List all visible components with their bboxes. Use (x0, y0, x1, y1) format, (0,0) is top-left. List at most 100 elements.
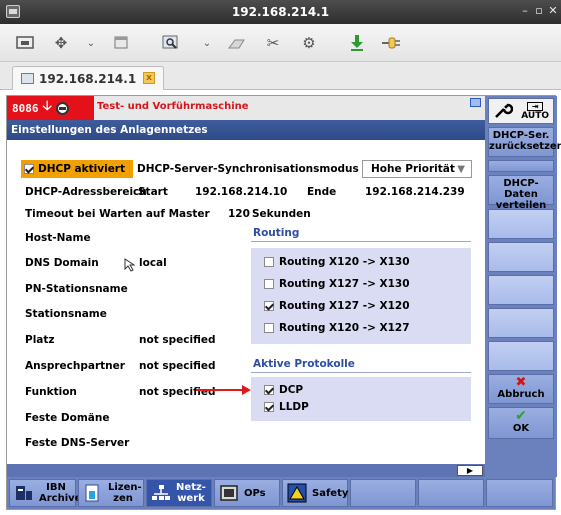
routing-x120-x127-checkbox[interactable]: Routing X120 -> X127 (264, 322, 410, 334)
checkbox-checked-icon (264, 301, 274, 311)
alarm-code: 8086 (12, 101, 39, 115)
maximize-icon[interactable]: ▫ (532, 4, 546, 18)
close-icon[interactable]: ✕ (546, 4, 560, 18)
alarm-line: 8086 🡣 Test- und Vorführmaschine (7, 96, 485, 120)
place-value[interactable]: not specified (139, 334, 216, 346)
auto-label: AUTO (521, 110, 549, 121)
lldp-checkbox[interactable]: LLDP (264, 401, 309, 413)
operator-panel-icon (220, 485, 238, 501)
dns-domain-value[interactable]: local (139, 257, 167, 269)
eraser-icon[interactable] (226, 32, 248, 54)
start-address[interactable]: 192.168.214.10 (195, 186, 287, 198)
dhcp-enabled-checkbox[interactable]: DHCP aktiviert (21, 160, 133, 178)
acknowledge-icon[interactable] (55, 101, 69, 115)
settings-gears-icon[interactable]: ⚙ (298, 32, 320, 54)
fixed-dns-label: Feste DNS-Server (25, 437, 130, 449)
start-label: Start (138, 186, 168, 198)
enter-arrow-icon: ⇥ (527, 101, 544, 111)
softkey-blank[interactable] (488, 209, 554, 239)
contact-value[interactable]: not specified (139, 360, 216, 372)
tab-close-icon[interactable]: x (143, 72, 155, 84)
function-label: Funktion (25, 386, 77, 398)
channel-mode-key[interactable]: ⇥ AUTO (488, 98, 554, 124)
checkbox-checked-icon (264, 402, 274, 412)
network-button[interactable]: Netz- werk (146, 479, 212, 507)
page-title: Einstellungen des Anlagennetzes (7, 120, 485, 140)
cancel-label: Abbruch (497, 389, 545, 400)
archive-icon (16, 486, 32, 500)
host-name-label: Host-Name (25, 232, 91, 244)
checkbox-icon (264, 257, 274, 267)
network-icon (152, 485, 170, 500)
page-forward-button[interactable]: ▶ (457, 465, 483, 476)
hmi-screen: 8086 🡣 Test- und Vorführmaschine Einstel… (6, 95, 561, 510)
routing-x127-x130-checkbox[interactable]: Routing X127 -> X130 (264, 278, 410, 290)
dhcp-sync-dropdown[interactable]: Hohe Priorität ▼ (362, 160, 472, 178)
minimize-icon[interactable]: – (518, 4, 532, 18)
ibn-archive-button[interactable]: IBN Archive (9, 479, 81, 507)
cancel-button[interactable]: ✖ Abbruch (488, 374, 554, 404)
tab-connection[interactable]: 192.168.214.1 x (12, 66, 164, 90)
pn-station-label: PN-Stationsname (25, 283, 128, 295)
alarm-indicator[interactable]: 8086 🡣 (7, 96, 94, 120)
checkbox-icon (264, 323, 274, 333)
dhcp-sync-value: Hohe Priorität (371, 163, 455, 175)
routing-divider (251, 241, 471, 242)
routing-x127-x120-checkbox[interactable]: Routing X127 -> X120 (264, 300, 410, 312)
dhcp-range-label: DHCP-Adressbereich (25, 186, 147, 198)
routing-x120-x130-checkbox[interactable]: Routing X120 -> X130 (264, 256, 410, 268)
safety-label: Safety (312, 487, 349, 499)
ops-label: OPs (244, 487, 266, 499)
zoom-icon[interactable] (160, 32, 182, 54)
dhcp-distribute-button[interactable]: DHCP-Daten verteilen (488, 175, 554, 211)
softkey-blank[interactable] (488, 308, 554, 338)
tab-bar: 192.168.214.1 x (0, 62, 561, 90)
display-icon[interactable] (14, 32, 36, 54)
dcp-checkbox[interactable]: DCP (264, 384, 303, 396)
softkey-blank[interactable] (488, 160, 554, 172)
red-arrow-icon (196, 385, 251, 395)
network-status-icon (470, 98, 481, 107)
place-label: Platz (25, 334, 55, 346)
auto-mode-button[interactable]: ⇥ AUTO (521, 101, 549, 121)
end-address[interactable]: 192.168.214.239 (365, 186, 465, 198)
tab-label: 192.168.214.1 (39, 71, 137, 86)
window-icon[interactable] (110, 32, 132, 54)
page-scroll-bar: ▶ (7, 464, 485, 477)
wrench-icon (493, 101, 514, 122)
dhcp-enabled-label: DHCP aktiviert (38, 163, 126, 175)
protocol-label: LLDP (279, 401, 309, 413)
softkey-blank[interactable] (350, 479, 416, 507)
softkey-blank[interactable] (488, 341, 554, 371)
chevron-down-icon[interactable]: ⌄ (80, 32, 102, 54)
softkey-blank[interactable] (488, 242, 554, 272)
routing-label: Routing X120 -> X127 (279, 322, 410, 334)
chevron-down-icon[interactable]: ⌄ (196, 32, 218, 54)
download-icon[interactable] (346, 32, 368, 54)
ok-button[interactable]: ✔ OK (488, 407, 554, 439)
checkbox-checked-icon (264, 385, 274, 395)
arrow-down-icon: 🡣 (42, 99, 52, 114)
monitor-icon (21, 73, 34, 84)
checkmark-icon: ✔ (515, 408, 527, 424)
settings-panel: DHCP aktiviert DHCP-Server-Synchronisati… (7, 140, 485, 464)
alarm-text: Test- und Vorführmaschine (97, 101, 249, 112)
plug-icon[interactable] (380, 32, 402, 54)
move-icon[interactable]: ✥ (50, 32, 72, 54)
scissors-icon[interactable]: ✂ (262, 32, 284, 54)
softkey-blank[interactable] (418, 479, 484, 507)
dhcp-reset-button[interactable]: DHCP-Ser. zurücksetzen (488, 127, 561, 157)
checkbox-checked-icon (24, 164, 34, 174)
window-title: 192.168.214.1 (231, 5, 330, 19)
softkey-blank[interactable] (486, 479, 553, 507)
licenses-button[interactable]: Lizen- zen (78, 479, 144, 507)
timeout-label: Timeout bei Warten auf Master (25, 208, 210, 220)
timeout-value[interactable]: 120 (228, 208, 250, 220)
mouse-pointer-icon (124, 258, 137, 275)
routing-label: Routing X120 -> X130 (279, 256, 410, 268)
routing-label: Routing X127 -> X130 (279, 278, 410, 290)
protocol-label: DCP (279, 384, 304, 396)
safety-button[interactable]: Safety (282, 479, 348, 507)
ops-button[interactable]: OPs (214, 479, 280, 507)
softkey-blank[interactable] (488, 275, 554, 305)
